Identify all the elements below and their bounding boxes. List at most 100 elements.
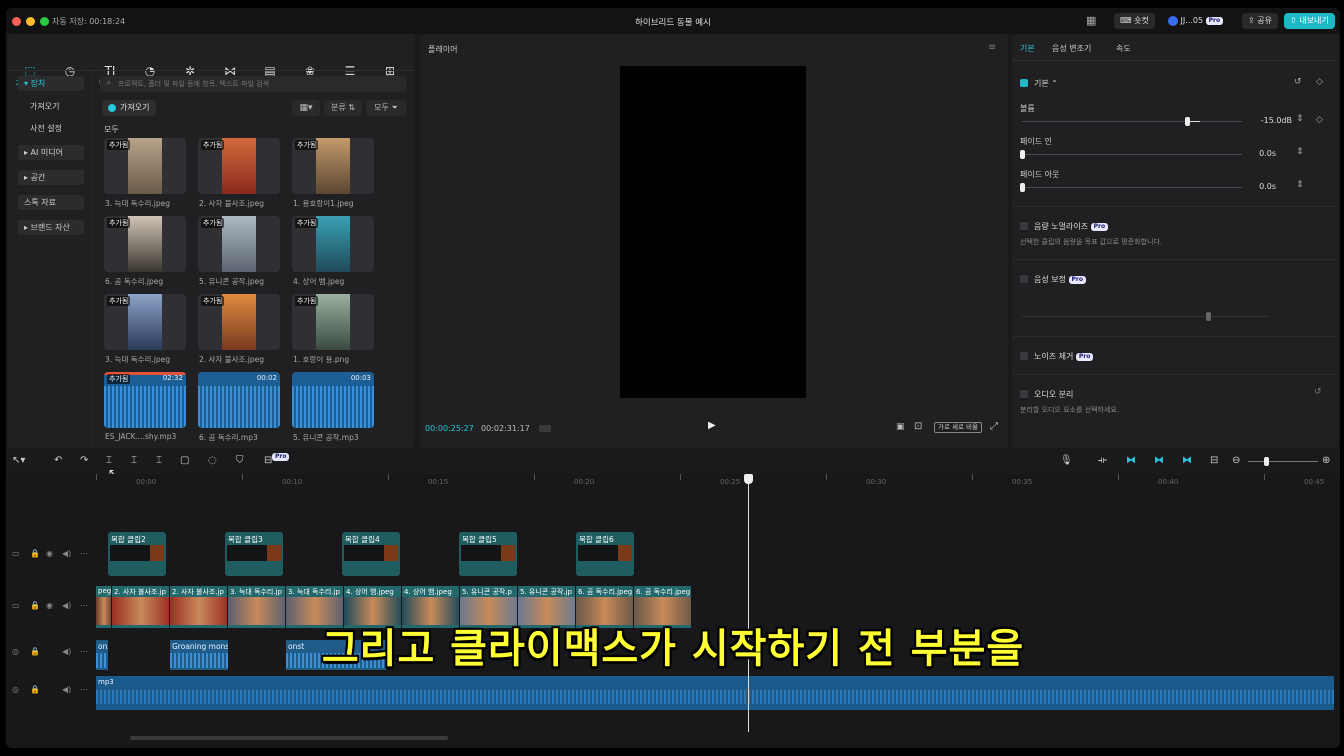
video-preview[interactable] <box>620 66 806 398</box>
sidebar-item-import[interactable]: 가져오기 <box>24 99 90 114</box>
lock-icon[interactable]: 🔒 <box>30 685 40 694</box>
stepper-icon[interactable]: ⇕ <box>1296 114 1304 124</box>
fade-in-value[interactable]: 0.0s <box>1242 149 1276 158</box>
playhead[interactable] <box>748 474 749 732</box>
more-icon[interactable]: ⋯ <box>80 549 88 558</box>
user-menu[interactable]: JJ...05 Pro <box>1162 13 1229 29</box>
sidebar-device-section[interactable]: ▾ 장치 <box>18 76 84 91</box>
import-button[interactable]: 가져오기 <box>102 100 156 116</box>
microphone-icon[interactable]: 🎙 <box>1060 455 1073 466</box>
sidebar-item-presets[interactable]: 사전 설정 <box>24 121 90 136</box>
speaker-icon[interactable]: ◀) <box>62 647 71 656</box>
split-icon[interactable]: ⌶ <box>106 455 112 466</box>
select-tool-icon[interactable]: ↖▾ <box>12 455 25 466</box>
speaker-icon[interactable]: ◀) <box>62 549 71 558</box>
minimize-window-button[interactable] <box>26 17 35 26</box>
zoom-slider[interactable] <box>1248 461 1318 462</box>
sidebar-item-ai-media[interactable]: ▸ AI 미디어 <box>18 145 84 160</box>
filter-button[interactable]: 모두 ⏷ <box>366 100 406 116</box>
link-icon[interactable]: ⟛ <box>1098 455 1107 466</box>
layout-icon[interactable]: ▦ <box>1086 14 1096 27</box>
fade-in-slider[interactable] <box>1022 154 1242 155</box>
play-icon[interactable]: ▶ <box>708 420 716 431</box>
sidebar-item-brand[interactable]: ▸ 브랜드 자산 <box>18 220 84 235</box>
magnet-icon[interactable]: ⧓ <box>1126 455 1136 466</box>
screenshot-icon[interactable]: ⊡ <box>914 421 922 432</box>
delete-icon[interactable]: ▢ <box>180 455 189 466</box>
volume-keyframe-icon[interactable]: ◇ <box>1316 115 1323 125</box>
shortcut-button[interactable]: ⌨ 숏컷 <box>1114 13 1155 29</box>
undo-icon[interactable]: ↶ <box>54 455 62 466</box>
fade-in-knob[interactable] <box>1020 150 1025 159</box>
eye-icon[interactable]: ◉ <box>46 549 53 558</box>
media-thumbnail[interactable]: 추가됨 <box>104 138 186 194</box>
grid-view-icon[interactable]: ▣ <box>896 422 905 432</box>
split-left-icon[interactable]: ⌶ <box>131 455 137 466</box>
playhead-handle[interactable] <box>744 474 753 484</box>
lock-icon[interactable]: 🔒 <box>30 549 40 558</box>
media-thumbnail[interactable]: 추가됨 <box>104 294 186 350</box>
media-search-input[interactable] <box>118 78 398 90</box>
close-window-button[interactable] <box>12 17 21 26</box>
volume-value[interactable]: -15.0dB <box>1242 116 1292 125</box>
media-thumbnail[interactable]: 추가됨 <box>198 216 280 272</box>
sort-button[interactable]: 분류 ⇅ <box>324 100 362 116</box>
zoom-in-icon[interactable]: ⊕ <box>1322 455 1330 466</box>
media-thumbnail[interactable]: 00:02 <box>198 372 280 428</box>
normalize-checkbox[interactable] <box>1020 222 1028 230</box>
inspector-tab-0[interactable]: 기본 <box>1020 43 1035 54</box>
reset-icon[interactable]: ↺ <box>1294 77 1302 87</box>
speaker-icon[interactable]: ◀) <box>62 601 71 610</box>
compound-clip[interactable]: 복합 클립3 <box>225 532 283 576</box>
lock-icon[interactable]: 🔒 <box>30 647 40 656</box>
more-icon[interactable]: ⋯ <box>80 685 88 694</box>
compound-clip[interactable]: 복합 클립5 <box>459 532 517 576</box>
view-mode-icon[interactable]: ▦▾ <box>292 100 320 116</box>
zoom-out-icon[interactable]: ⊖ <box>1232 455 1240 466</box>
sidebar-item-space[interactable]: ▸ 공간 <box>18 170 84 185</box>
sidebar-item-stock[interactable]: 스톡 자료 <box>18 195 84 210</box>
eye-icon[interactable]: ◉ <box>46 601 53 610</box>
horizontal-scrollbar[interactable] <box>130 736 448 740</box>
keyframe-icon[interactable]: ◇ <box>1316 77 1323 87</box>
media-thumbnail[interactable]: 00:03 <box>292 372 374 428</box>
more-icon[interactable]: ⋯ <box>80 647 88 656</box>
share-button[interactable]: ⇪ 공유 <box>1242 13 1278 29</box>
fade-out-slider[interactable] <box>1022 187 1242 188</box>
fade-in-stepper-icon[interactable]: ⇕ <box>1296 147 1304 157</box>
compound-clip[interactable]: 복합 클립2 <box>108 532 166 576</box>
audio-separation-checkbox[interactable] <box>1020 390 1028 398</box>
shield-icon[interactable]: ⛉ <box>236 455 244 466</box>
zoom-slider-knob[interactable] <box>1264 457 1269 466</box>
speaker-icon[interactable]: ◀) <box>62 685 71 694</box>
fade-out-knob[interactable] <box>1020 183 1025 192</box>
basic-checkbox[interactable] <box>1020 79 1028 87</box>
redo-icon[interactable]: ↷ <box>80 455 88 466</box>
media-thumbnail[interactable]: 추가됨 <box>104 216 186 272</box>
more-icon[interactable]: ⋯ <box>80 601 88 610</box>
separation-reset-icon[interactable]: ↺ <box>1314 387 1322 397</box>
audio-clip[interactable]: onst <box>96 640 108 670</box>
compound-clip[interactable]: 복합 클립6 <box>576 532 634 576</box>
maximize-window-button[interactable] <box>40 17 49 26</box>
media-thumbnail[interactable]: 추가됨 <box>198 294 280 350</box>
fullscreen-icon[interactable]: ⤢ <box>990 421 998 432</box>
fade-out-value[interactable]: 0.0s <box>1242 182 1276 191</box>
preview-axis-icon[interactable]: ⧓ <box>1182 455 1192 466</box>
music-clip[interactable]: mp3 <box>96 676 1334 710</box>
inspector-tab-2[interactable]: 속도 <box>1116 43 1131 54</box>
media-thumbnail[interactable]: 추가됨 02:32 <box>104 372 186 428</box>
aspect-ratio-button[interactable]: 가로 세로 비율 <box>934 422 983 433</box>
export-button[interactable]: ⇧ 내보내기 <box>1284 13 1335 29</box>
fade-out-stepper-icon[interactable]: ⇕ <box>1296 180 1304 190</box>
freeze-icon[interactable]: ◌ <box>208 455 217 466</box>
media-thumbnail[interactable]: 추가됨 <box>198 138 280 194</box>
volume-slider[interactable] <box>1022 121 1242 122</box>
video-clip[interactable]: peg <box>96 586 111 628</box>
menu-icon[interactable]: ≡ <box>988 42 996 53</box>
timecode-icon[interactable] <box>539 425 551 432</box>
timeline-ruler[interactable]: 00:00 00:10 00:15 00:20 00:25 00:30 00:35 00:40… <box>94 474 1340 490</box>
lock-icon[interactable]: 🔒 <box>30 601 40 610</box>
media-search-box[interactable]: ⌕ <box>100 76 406 92</box>
noise-reduction-checkbox[interactable] <box>1020 352 1028 360</box>
